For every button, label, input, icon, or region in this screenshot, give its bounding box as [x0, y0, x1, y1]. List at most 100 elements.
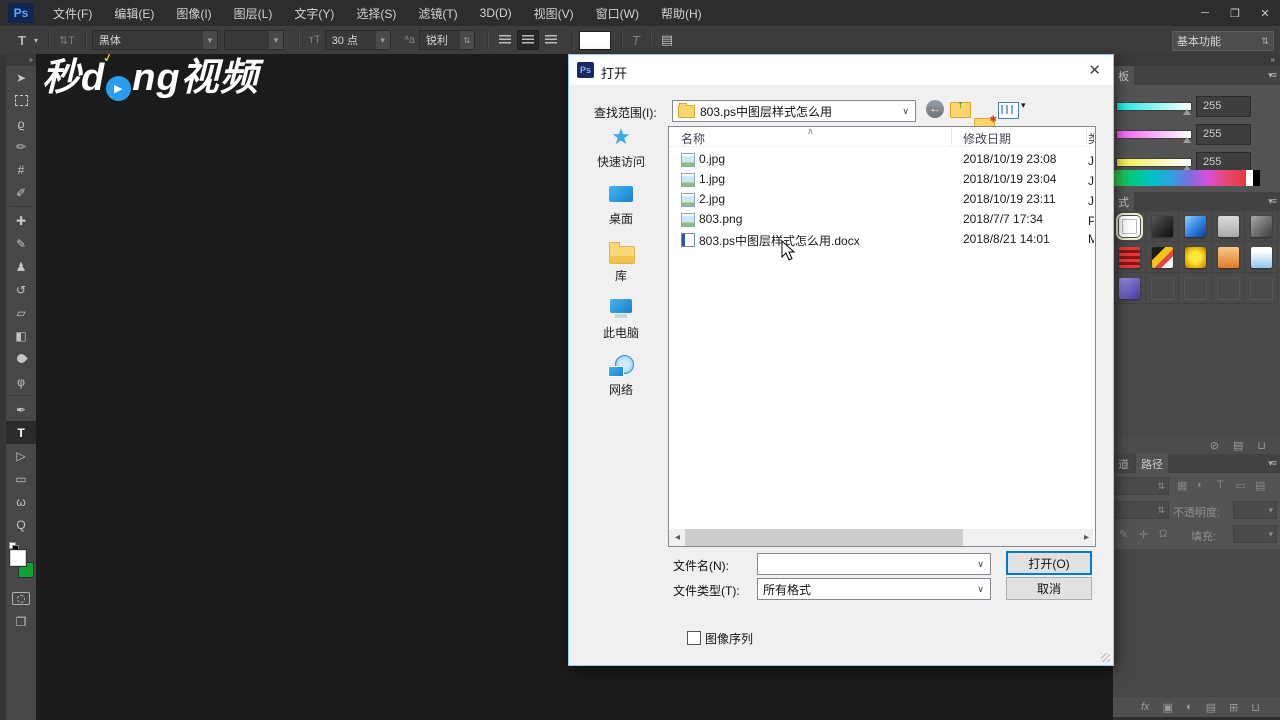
move-tool[interactable]: ➤	[6, 66, 36, 89]
hand-tool[interactable]: ω	[6, 490, 36, 513]
green-slider[interactable]	[1116, 130, 1192, 139]
style-swatch-empty[interactable]	[1212, 273, 1245, 304]
up-one-level-button[interactable]: ↑	[950, 99, 971, 118]
filter-shape-icon[interactable]: ▭	[1235, 479, 1245, 492]
layers-panel-menu-icon[interactable]: ▾≡	[1268, 458, 1277, 469]
tool-preset-arrow-icon[interactable]: ▾	[30, 36, 42, 45]
new-layer-icon[interactable]: ⊞	[1229, 701, 1238, 714]
zoom-tool[interactable]: Q	[6, 513, 36, 536]
tab-swatches[interactable]: 板	[1113, 66, 1134, 85]
style-swatch[interactable]	[1146, 242, 1179, 273]
menu-help[interactable]: 帮助(H)	[650, 0, 713, 26]
scroll-right-icon[interactable]: ▸	[1078, 529, 1095, 546]
sidebar-item-quick-access[interactable]: ★ 快速访问	[577, 125, 665, 170]
file-row[interactable]: 803.png 2018/7/7 17:34 PNG 文件	[669, 209, 1095, 229]
menu-layer[interactable]: 图层(L)	[223, 0, 284, 26]
image-sequence-checkbox[interactable]	[687, 631, 701, 645]
gradient-tool[interactable]: ◧	[6, 324, 36, 347]
quick-mask-icon[interactable]	[12, 592, 30, 605]
menu-image[interactable]: 图像(I)	[165, 0, 222, 26]
tab-channels[interactable]: 道	[1113, 454, 1134, 473]
opacity-select[interactable]: ▾	[1233, 501, 1277, 519]
history-brush-tool[interactable]: ↺	[6, 278, 36, 301]
style-swatch[interactable]	[1179, 211, 1212, 242]
green-slider-thumb[interactable]	[1183, 137, 1191, 143]
style-swatch-empty[interactable]	[1146, 273, 1179, 304]
align-left-button[interactable]	[495, 31, 515, 49]
sidebar-item-desktop[interactable]: 桌面	[577, 182, 665, 226]
sidebar-item-libraries[interactable]: 库	[577, 239, 665, 283]
color-spectrum-ramp[interactable]	[1113, 170, 1246, 186]
menu-type[interactable]: 文字(Y)	[283, 0, 345, 26]
fill-select[interactable]: ▾	[1233, 525, 1277, 543]
filter-smart-icon[interactable]: ▤	[1255, 479, 1265, 492]
menu-edit[interactable]: 编辑(E)	[103, 0, 165, 26]
style-swatch[interactable]	[1113, 242, 1146, 273]
rectangle-tool[interactable]: ▭	[6, 467, 36, 490]
type-tool[interactable]: T	[6, 421, 36, 444]
filetype-select[interactable]: 所有格式 ∨	[757, 578, 991, 600]
toggle-panels-icon[interactable]: ▤	[657, 32, 677, 48]
lock-transparency-icon[interactable]: ✎	[1119, 528, 1128, 541]
color-panel-menu-icon[interactable]: ▾≡	[1268, 70, 1277, 81]
workspace-select[interactable]: 基本功能 ⇅	[1172, 31, 1274, 51]
font-size-select[interactable]: 30 点 ▾	[324, 30, 391, 50]
file-row[interactable]: 1.jpg 2018/10/19 23:04 JPG 文件	[669, 169, 1095, 189]
style-swatch-empty[interactable]	[1179, 273, 1212, 304]
blend-mode-select[interactable]: ⇅	[1115, 501, 1169, 519]
crop-tool[interactable]: #	[6, 158, 36, 181]
green-value[interactable]: 255	[1196, 124, 1251, 145]
font-style-select[interactable]: ▾	[223, 30, 284, 50]
new-style-icon[interactable]: ▤	[1233, 439, 1243, 452]
dialog-close-icon[interactable]: ✕	[1088, 61, 1101, 79]
file-row[interactable]: 2.jpg 2018/10/19 23:11 JPG 文件	[669, 189, 1095, 209]
foreground-color-swatch[interactable]	[10, 550, 26, 566]
quick-selection-tool[interactable]: ✏	[6, 135, 36, 158]
tab-paths[interactable]: 路径	[1136, 454, 1168, 473]
type-tool-icon[interactable]: T	[14, 33, 30, 48]
filename-input[interactable]: ∨	[757, 553, 991, 575]
blur-tool[interactable]	[6, 347, 36, 370]
text-color-swatch[interactable]	[578, 30, 611, 50]
style-swatch[interactable]	[1146, 211, 1179, 242]
style-swatch[interactable]	[1245, 242, 1278, 273]
scrollbar-thumb[interactable]	[685, 529, 963, 546]
open-button[interactable]: 打开(O)	[1006, 551, 1092, 575]
sidebar-item-network[interactable]: 网络	[577, 353, 665, 397]
menu-filter[interactable]: 滤镜(T)	[407, 0, 468, 26]
filter-pixel-icon[interactable]: ▦	[1177, 479, 1187, 492]
column-name[interactable]: 名称	[681, 130, 705, 147]
lock-all-icon[interactable]: Ω	[1159, 528, 1167, 540]
clone-stamp-tool[interactable]: ♟	[6, 255, 36, 278]
cancel-button[interactable]: 取消	[1006, 577, 1092, 600]
column-type[interactable]: 类型	[1088, 130, 1094, 147]
view-menu-arrow-icon[interactable]: ▾	[1021, 100, 1026, 111]
red-slider-thumb[interactable]	[1183, 109, 1191, 115]
dodge-tool[interactable]: φ	[6, 370, 36, 393]
font-size-arrow-icon[interactable]: ▾	[375, 31, 390, 49]
look-in-select[interactable]: 803.ps中图层样式怎么用 ∨	[672, 100, 916, 122]
font-style-arrow-icon[interactable]: ▾	[268, 31, 283, 49]
layer-filter-select[interactable]: ⇅	[1115, 477, 1169, 495]
menu-view[interactable]: 视图(V)	[523, 0, 585, 26]
filter-adjustment-icon[interactable]: ◐	[1197, 479, 1204, 491]
horizontal-scrollbar[interactable]: ◂ ▸	[669, 529, 1093, 546]
filter-type-icon[interactable]: T	[1217, 479, 1224, 491]
style-swatch[interactable]	[1212, 242, 1245, 273]
scroll-left-icon[interactable]: ◂	[669, 529, 686, 546]
resize-grip[interactable]	[1101, 653, 1110, 662]
back-button[interactable]: ←	[926, 100, 944, 118]
tab-styles[interactable]: 式	[1113, 192, 1134, 211]
style-swatch[interactable]	[1113, 273, 1146, 304]
menu-window[interactable]: 窗口(W)	[585, 0, 650, 26]
eraser-tool[interactable]: ▱	[6, 301, 36, 324]
align-right-button[interactable]	[541, 31, 561, 49]
new-group-icon[interactable]: ▤	[1206, 701, 1216, 714]
eyedropper-tool[interactable]: ✐	[6, 181, 36, 204]
style-swatch[interactable]	[1212, 211, 1245, 242]
spot-healing-tool[interactable]: ✚	[6, 209, 36, 232]
menu-3d[interactable]: 3D(D)	[469, 0, 523, 26]
panels-collapse-icon[interactable]: »	[1113, 54, 1280, 66]
red-slider[interactable]	[1116, 102, 1192, 111]
dialog-title-bar[interactable]: Ps 打开 ✕	[569, 55, 1113, 85]
